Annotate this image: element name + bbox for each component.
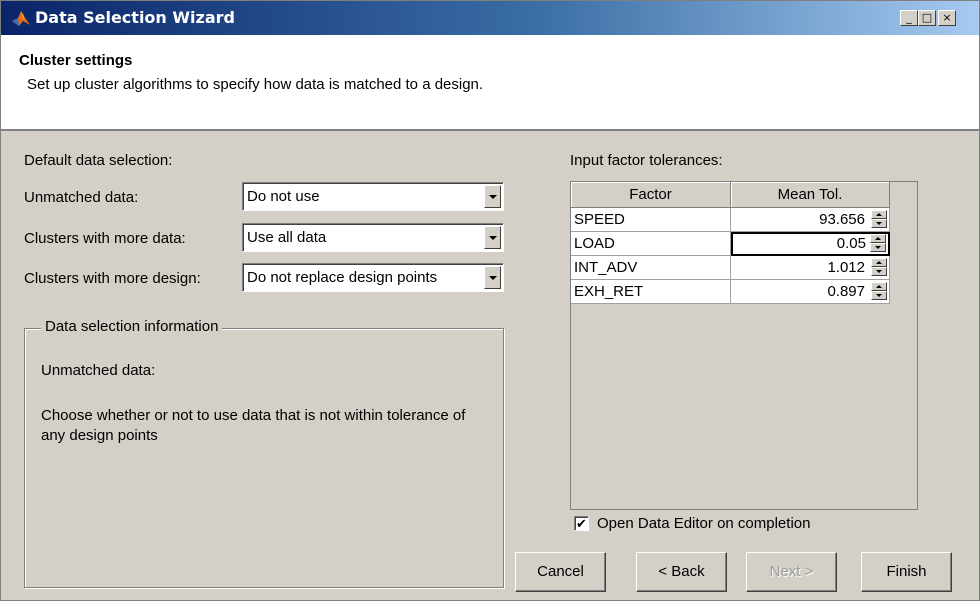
spin-up-icon — [875, 237, 881, 240]
cancel-button[interactable]: Cancel — [515, 552, 606, 592]
tolerance-value: 0.897 — [827, 283, 865, 300]
spin-up-button[interactable] — [871, 282, 887, 291]
factor-cell[interactable]: SPEED — [571, 208, 731, 232]
spin-up-button[interactable] — [871, 258, 887, 267]
spinner[interactable] — [871, 210, 887, 228]
spin-up-icon — [876, 285, 882, 288]
finish-button[interactable]: Finish — [861, 552, 952, 592]
spinner[interactable] — [871, 258, 887, 276]
spin-down-button[interactable] — [871, 267, 887, 276]
factor-cell[interactable]: EXH_RET — [571, 280, 731, 304]
maximize-icon: □ — [921, 11, 933, 24]
tolerance-table: Factor Mean Tol. SPEED 93.656 LOAD 0.05 … — [570, 181, 918, 510]
chevron-down-icon — [489, 195, 497, 199]
spin-up-icon — [876, 213, 882, 216]
tolerance-value: 0.05 — [836, 235, 866, 252]
window-title: Data Selection Wizard — [35, 8, 235, 27]
spinner[interactable] — [871, 282, 887, 300]
table-row: LOAD 0.05 — [571, 232, 890, 256]
wizard-header: Cluster settings Set up cluster algorith… — [1, 35, 979, 131]
table-row: SPEED 93.656 — [571, 208, 890, 232]
page-title: Cluster settings — [19, 52, 133, 69]
maximize-button[interactable]: □ — [918, 10, 936, 26]
unmatched-data-select[interactable]: Do not use — [242, 182, 504, 211]
chevron-down-icon — [489, 276, 497, 280]
info-group-legend: Data selection information — [41, 318, 223, 335]
clusters-more-data-label: Clusters with more data: — [24, 230, 186, 247]
default-selection-label: Default data selection: — [24, 152, 173, 169]
factor-cell[interactable]: INT_ADV — [571, 256, 731, 280]
tolerance-spinner[interactable]: 0.897 — [731, 280, 890, 304]
tolerances-label: Input factor tolerances: — [570, 152, 723, 169]
table-row: INT_ADV 1.012 — [571, 256, 890, 280]
info-body: Choose whether or not to use data that i… — [41, 407, 466, 444]
column-header-factor[interactable]: Factor — [571, 182, 731, 208]
spin-up-icon — [876, 261, 882, 264]
tolerance-value: 93.656 — [819, 211, 865, 228]
matlab-logo-icon — [12, 11, 30, 26]
title-bar[interactable]: Data Selection Wizard _ □ × — [1, 1, 979, 35]
column-header-mean-tol[interactable]: Mean Tol. — [731, 182, 890, 208]
chevron-down-icon — [489, 236, 497, 240]
unmatched-data-value: Do not use — [247, 188, 320, 205]
spin-down-icon — [876, 270, 882, 273]
next-button[interactable]: Next > — [746, 552, 837, 592]
factor-cell[interactable]: LOAD — [571, 232, 731, 256]
clusters-more-data-select[interactable]: Use all data — [242, 223, 504, 252]
minimize-button[interactable]: _ — [900, 10, 918, 26]
spin-down-icon — [875, 246, 881, 249]
tolerance-value: 1.012 — [827, 259, 865, 276]
info-heading: Unmatched data: — [41, 362, 156, 379]
dropdown-arrow-button[interactable] — [484, 266, 501, 289]
back-button[interactable]: < Back — [636, 552, 727, 592]
spin-up-button[interactable] — [871, 210, 887, 219]
spinner[interactable] — [870, 234, 886, 252]
table-row: EXH_RET 0.897 — [571, 280, 890, 304]
checkmark-icon: ✔ — [576, 516, 587, 531]
unmatched-data-label: Unmatched data: — [24, 189, 139, 206]
dropdown-arrow-button[interactable] — [484, 226, 501, 249]
clusters-more-design-label: Clusters with more design: — [24, 270, 201, 287]
spin-down-button[interactable] — [871, 219, 887, 228]
spin-down-button[interactable] — [870, 243, 886, 252]
clusters-more-design-select[interactable]: Do not replace design points — [242, 263, 504, 292]
tolerance-spinner[interactable]: 1.012 — [731, 256, 890, 280]
clusters-more-data-value: Use all data — [247, 229, 327, 246]
spin-down-icon — [876, 222, 882, 225]
minimize-icon: _ — [906, 11, 912, 24]
open-editor-checkbox[interactable]: ✔ — [574, 516, 589, 531]
close-button[interactable]: × — [938, 10, 956, 26]
page-subtitle: Set up cluster algorithms to specify how… — [27, 76, 484, 93]
spin-down-button[interactable] — [871, 291, 887, 300]
spin-up-button[interactable] — [870, 234, 886, 243]
clusters-more-design-value: Do not replace design points — [247, 269, 438, 286]
close-icon: × — [942, 11, 952, 24]
dropdown-arrow-button[interactable] — [484, 185, 501, 208]
open-editor-label[interactable]: Open Data Editor on completion — [597, 515, 810, 532]
tolerance-spinner-selected[interactable]: 0.05 — [731, 232, 890, 256]
tolerance-spinner[interactable]: 93.656 — [731, 208, 890, 232]
wizard-window: Data Selection Wizard _ □ × Cluster sett… — [0, 0, 980, 601]
spin-down-icon — [876, 294, 882, 297]
